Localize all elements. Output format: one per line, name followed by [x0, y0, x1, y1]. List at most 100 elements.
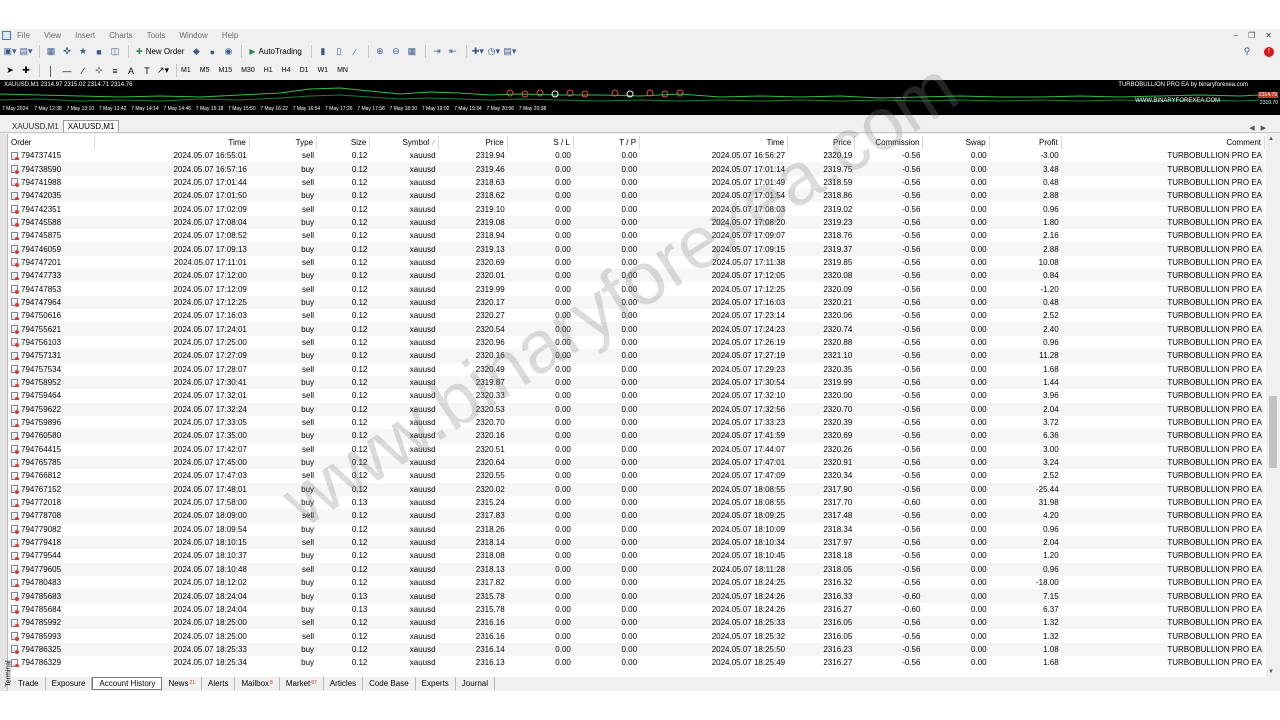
column-header-profit[interactable]: Profit — [990, 136, 1062, 149]
table-row[interactable]: 794757534 2024.05.07 17:28:07 sell 0.12 xauu… — [8, 363, 1265, 376]
column-header-close-price[interactable]: Price — [788, 136, 856, 149]
tab-news[interactable]: News 21 — [162, 676, 203, 690]
column-header-tp[interactable]: T / P — [574, 136, 641, 149]
line-chart-icon[interactable]: ∕ — [348, 45, 362, 59]
column-header-comment[interactable]: Comment — [1062, 136, 1265, 149]
timeframe-m30[interactable]: M30 — [241, 67, 255, 74]
terminal-icon[interactable]: ■ — [92, 45, 106, 59]
table-row[interactable]: 794766812 2024.05.07 17:47:03 sell 0.12 xauu… — [8, 469, 1265, 482]
crosshair-icon[interactable]: ✚ — [19, 64, 33, 78]
timeframe-mn[interactable]: MN — [337, 67, 348, 74]
vertical-scrollbar[interactable]: ▲ ▼ — [1266, 134, 1280, 677]
table-row[interactable]: 794780483 2024.05.07 18:12:02 buy 0.12 xauus… — [8, 576, 1265, 589]
table-row[interactable]: 794737415 2024.05.07 16:55:01 sell 0.12 xauu… — [8, 149, 1265, 162]
tab-market[interactable]: Market 87 — [280, 676, 324, 690]
table-row[interactable]: 794778708 2024.05.07 18:09:00 sell 0.12 xauu… — [8, 509, 1265, 523]
column-header-price[interactable]: Price — [439, 136, 508, 149]
trendline-icon[interactable]: ∕ — [76, 64, 90, 78]
table-row[interactable]: 794750616 2024.05.07 17:16:03 sell 0.12 xauu… — [8, 309, 1265, 322]
search-icon[interactable]: ⚲ — [1240, 45, 1254, 59]
minimize-icon[interactable]: – — [1234, 31, 1238, 40]
table-row[interactable]: 794764415 2024.05.07 17:42:07 sell 0.12 xauu… — [8, 443, 1265, 456]
tab-articles[interactable]: Articles — [324, 676, 364, 690]
scroll-down-icon[interactable]: ▼ — [1268, 669, 1274, 675]
tab-experts[interactable]: Experts — [416, 676, 456, 690]
timeframe-m1[interactable]: M1 — [181, 67, 191, 74]
restore-icon[interactable]: ❐ — [1248, 31, 1255, 40]
table-row[interactable]: 794741988 2024.05.07 17:01:44 sell 0.12 xauu… — [8, 176, 1265, 189]
table-row[interactable]: 794747201 2024.05.07 17:11:01 sell 0.12 xauu… — [8, 256, 1265, 269]
new-order-button[interactable]: ✚ New Order — [133, 45, 187, 59]
market-watch-icon[interactable]: ▦ — [44, 45, 58, 59]
menu-window[interactable]: Window — [179, 31, 207, 40]
chart-tab[interactable]: XAUUSD,M1 — [8, 120, 63, 132]
column-header-symbol[interactable]: Symbol ∕ — [370, 136, 439, 149]
scrollbar-thumb[interactable] — [1269, 396, 1277, 468]
table-row[interactable]: 794772018 2024.05.07 17:58:00 buy 0.13 xauus… — [8, 496, 1265, 509]
arrows-icon[interactable]: ↗▾ — [156, 64, 170, 78]
table-row[interactable]: 794760580 2024.05.07 17:35:00 buy 0.12 xauus… — [8, 429, 1265, 443]
table-row[interactable]: 794785993 2024.05.07 18:25:00 sell 0.12 xauu… — [8, 629, 1265, 642]
indicators-icon[interactable]: ✚▾ — [471, 45, 485, 59]
tab-journal[interactable]: Journal — [456, 676, 496, 690]
table-row[interactable]: 794786325 2024.05.07 18:25:33 buy 0.12 xauus… — [8, 642, 1265, 657]
table-row[interactable]: 794785684 2024.05.07 18:24:04 buy 0.13 xauus… — [8, 603, 1265, 616]
column-header-commission[interactable]: Commission — [855, 136, 924, 149]
column-header-sl[interactable]: S / L — [508, 136, 574, 149]
table-row[interactable]: 794785683 2024.05.07 18:24:04 buy 0.13 xauus… — [8, 589, 1265, 603]
table-row[interactable]: 794747964 2024.05.07 17:12:25 buy 0.12 xauus… — [8, 295, 1265, 310]
scroll-up-icon[interactable]: ▲ — [1268, 136, 1274, 142]
chart-tab-active[interactable]: XAUUSD,M1 — [62, 120, 120, 132]
candlestick-icon[interactable]: ▯ — [332, 45, 346, 59]
navigator-icon[interactable]: ★ — [76, 45, 90, 59]
menu-charts[interactable]: Charts — [109, 31, 133, 40]
table-row[interactable]: 794785992 2024.05.07 18:25:00 sell 0.12 xauu… — [8, 616, 1265, 630]
zoom-in-icon[interactable]: ⊕ — [373, 45, 387, 59]
table-row[interactable]: 794765785 2024.05.07 17:45:00 buy 0.12 xauus… — [8, 455, 1265, 470]
timeframe-h1[interactable]: H1 — [264, 67, 273, 74]
close-icon[interactable]: ✕ — [1265, 31, 1272, 40]
menu-view[interactable]: View — [44, 31, 61, 40]
chart-shift-icon[interactable]: ⇤ — [446, 45, 460, 59]
table-row[interactable]: 794759622 2024.05.07 17:32:24 buy 0.12 xauus… — [8, 402, 1265, 416]
templates-icon[interactable]: ▤▾ — [503, 45, 517, 59]
table-row[interactable]: 794767152 2024.05.07 17:48:01 buy 0.12 xauus… — [8, 482, 1265, 496]
table-row[interactable]: 794746059 2024.05.07 17:09:13 buy 0.12 xauus… — [8, 242, 1265, 256]
notification-icon[interactable]: ! — [1264, 46, 1274, 57]
tab-code-base[interactable]: Code Base — [363, 676, 416, 690]
autotrading-button[interactable]: ▶ AutoTrading — [246, 45, 304, 59]
table-row[interactable]: 794779544 2024.05.07 18:10:37 buy 0.12 xauus… — [8, 549, 1265, 562]
vertical-line-icon[interactable]: │ — [44, 64, 58, 78]
fibonacci-icon[interactable]: ≡ — [108, 64, 122, 78]
price-chart[interactable]: XAUUSD,M1 2314.97 2315.02 2314.71 2314.7… — [0, 80, 1280, 115]
timeframe-d1[interactable]: D1 — [300, 67, 309, 74]
table-row[interactable]: 794758952 2024.05.07 17:30:41 buy 0.12 xauus… — [8, 375, 1265, 390]
table-row[interactable]: 794755621 2024.05.07 17:24:01 buy 0.12 xauus… — [8, 322, 1265, 336]
data-window-icon[interactable]: ✜ — [60, 45, 74, 59]
cursor-icon[interactable]: ➤ — [3, 64, 17, 78]
autoscroll-icon[interactable]: ⇥ — [430, 45, 444, 59]
column-header-type[interactable]: Type — [250, 136, 318, 149]
menu-help[interactable]: Help — [222, 31, 238, 40]
table-row[interactable]: 794745875 2024.05.07 17:08:52 sell 0.12 xauu… — [8, 229, 1265, 242]
text-icon[interactable]: A — [124, 64, 138, 78]
signals-icon[interactable]: ● — [205, 45, 219, 59]
tab-scroll-arrows[interactable]: ◀▶ — [1249, 124, 1280, 132]
table-row[interactable]: 794757131 2024.05.07 17:27:09 buy 0.12 xauus… — [8, 349, 1265, 363]
table-row[interactable]: 794747733 2024.05.07 17:12:00 buy 0.12 xauus… — [8, 269, 1265, 283]
channel-icon[interactable]: ⊹ — [92, 64, 106, 78]
metaeditor-icon[interactable]: ◆ — [189, 45, 203, 59]
table-row[interactable]: 794747853 2024.05.07 17:12:09 sell 0.12 xauu… — [8, 282, 1265, 295]
profiles-icon[interactable]: ▤▾ — [19, 45, 33, 59]
timeframe-h4[interactable]: H4 — [282, 67, 291, 74]
menu-insert[interactable]: Insert — [75, 31, 95, 40]
table-row[interactable]: 794756103 2024.05.07 17:25:00 sell 0.12 xauu… — [8, 336, 1265, 349]
timeframe-m15[interactable]: M15 — [218, 67, 232, 74]
menu-file[interactable]: File — [17, 31, 30, 40]
horizontal-line-icon[interactable]: — — [60, 64, 74, 78]
column-header-close-time[interactable]: Time — [640, 136, 789, 149]
text-label-icon[interactable]: T — [140, 64, 154, 78]
table-row[interactable]: 794786329 2024.05.07 18:25:34 buy 0.12 xauus… — [8, 656, 1265, 669]
table-row[interactable]: 794745588 2024.05.07 17:08:04 buy 0.12 xauus… — [8, 215, 1265, 230]
tile-windows-icon[interactable]: ▦ — [405, 45, 419, 59]
